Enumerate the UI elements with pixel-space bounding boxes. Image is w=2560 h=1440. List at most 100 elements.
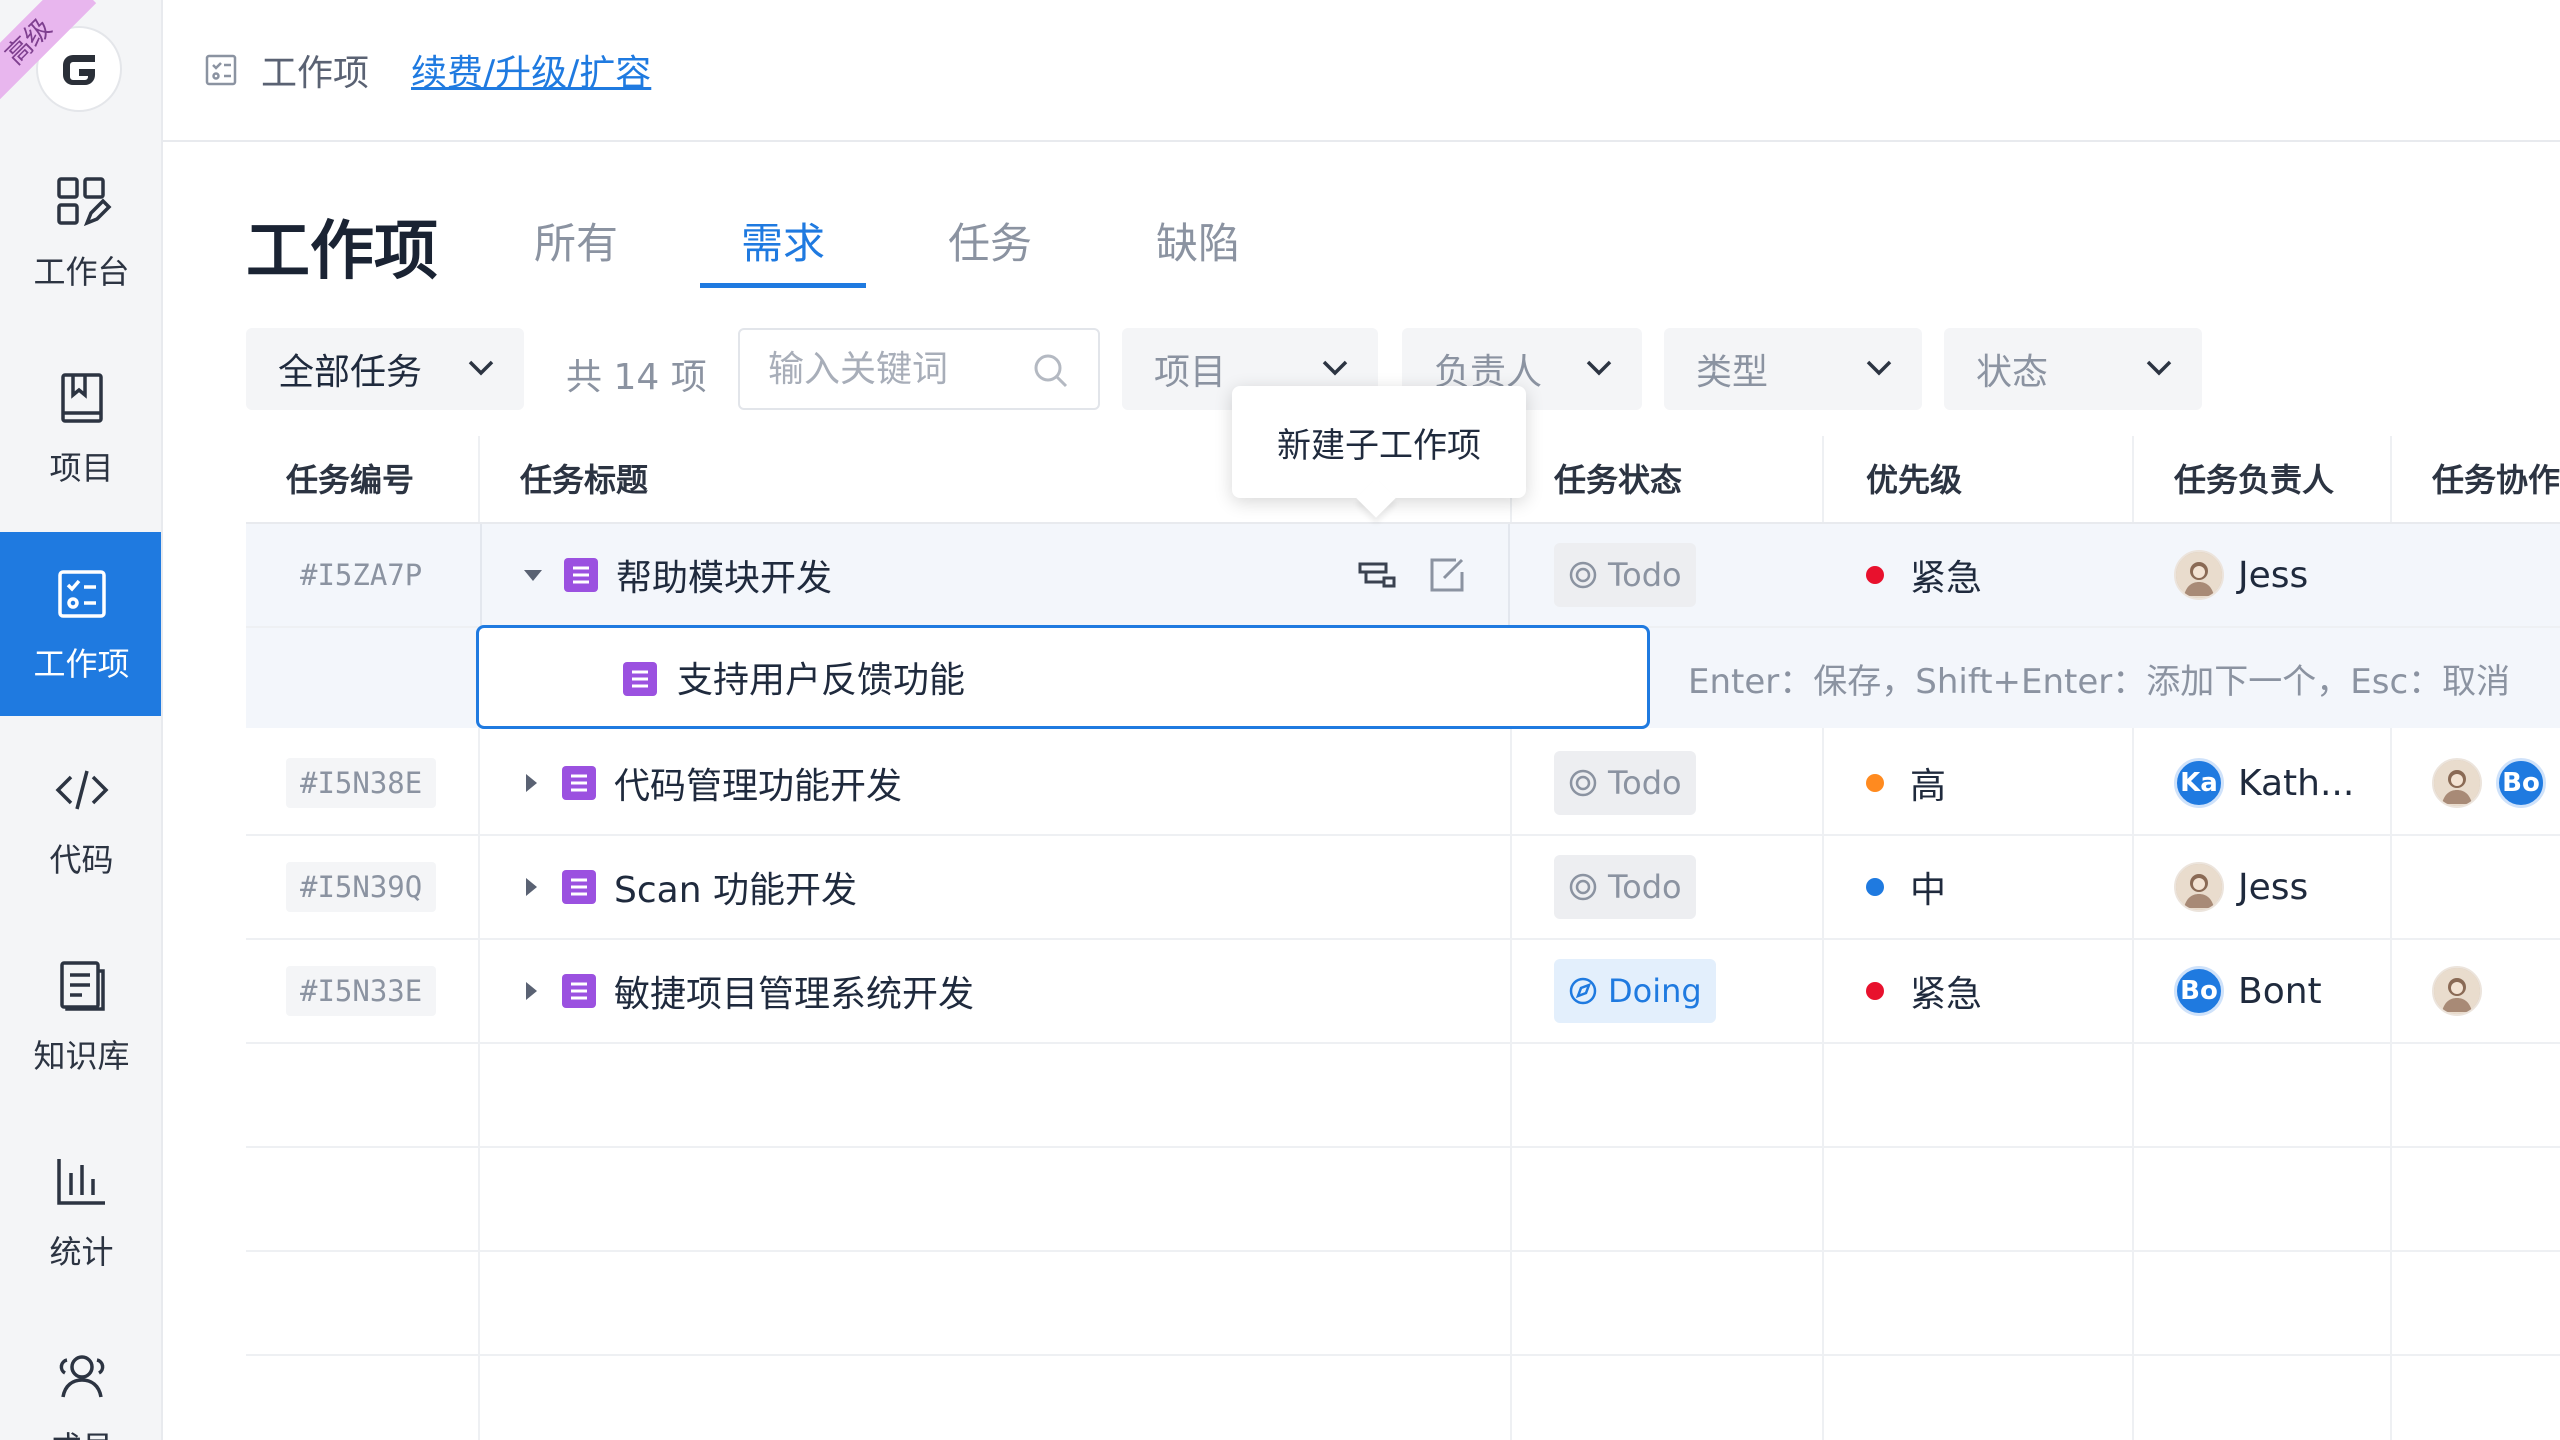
status-cell: Todo [1554, 524, 1696, 626]
new-subitem-title-input[interactable] [677, 656, 1577, 698]
chevron-down-icon [1586, 360, 1612, 376]
collaborators-cell[interactable] [2432, 940, 2482, 1042]
todo-status-icon [1569, 873, 1597, 901]
status-filter-label: 状态 [1976, 352, 2049, 393]
avatar [2432, 966, 2482, 1016]
status-badge[interactable]: Todo [1554, 751, 1696, 815]
priority-cell[interactable]: 紧急 [1866, 524, 1982, 626]
task-title[interactable]: 代码管理功能开发 [614, 757, 902, 809]
doing-status-icon [1569, 977, 1597, 1005]
work-item-small-icon [205, 54, 237, 86]
assignee-cell[interactable]: Jess [2174, 524, 2308, 626]
collapse-caret-icon[interactable] [522, 564, 544, 586]
tab-requirements[interactable]: 需求 [700, 210, 866, 288]
new-subitem-icon[interactable] [1356, 554, 1398, 596]
sidebar-item-workbench[interactable]: 工作台 [0, 140, 161, 324]
assignee-cell[interactable]: Ka Kath... [2174, 732, 2354, 834]
dashboard-icon [56, 177, 111, 227]
requirement-type-icon [564, 558, 598, 592]
renew-upgrade-link[interactable]: 续费/升级/扩容 [411, 44, 651, 96]
members-icon [59, 1355, 104, 1398]
status-badge[interactable]: Doing [1554, 959, 1716, 1023]
search-icon[interactable] [1032, 352, 1070, 390]
header-task-id[interactable]: 任务编号 [286, 436, 414, 524]
task-id[interactable]: #I5N38E [286, 758, 437, 808]
tab-all[interactable]: 所有 [534, 210, 618, 288]
status-badge[interactable]: Todo [1554, 855, 1696, 919]
status-text: Todo [1608, 764, 1682, 802]
expand-caret-icon[interactable] [520, 876, 542, 898]
scope-filter-dropdown[interactable]: 全部任务 [246, 328, 524, 410]
sidebar-item-stats[interactable]: 统计 [0, 1120, 161, 1304]
task-title[interactable]: 敏捷项目管理系统开发 [614, 965, 974, 1017]
work-items-table: 任务编号 任务标题 任务状态 优先级 任务负责人 任务协作 #I5ZA7P 帮助… [246, 436, 2560, 1440]
status-text: Todo [1608, 556, 1682, 594]
table-row[interactable]: #I5N33E 敏捷项目管理系统开发 Doing 紧急 Bo Bont [246, 940, 2560, 1044]
assignee-name: Bont [2238, 970, 2322, 1012]
requirement-type-icon [562, 870, 596, 904]
task-id[interactable]: #I5N39Q [286, 862, 437, 912]
sidebar-item-projects[interactable]: 项目 [0, 336, 161, 520]
page-title: 工作项 [246, 215, 438, 289]
status-filter-dropdown[interactable]: 状态 [1944, 328, 2202, 410]
collaborators-cell[interactable]: Bo [2432, 732, 2546, 834]
priority-dot [1866, 878, 1884, 896]
task-id[interactable]: #I5N33E [286, 966, 437, 1016]
requirement-type-icon [623, 662, 657, 696]
search-input[interactable] [768, 348, 1018, 390]
sidebar-item-code[interactable]: 代码 [0, 728, 161, 912]
expand-caret-icon[interactable] [520, 772, 542, 794]
task-title[interactable]: Scan 功能开发 [614, 861, 857, 913]
priority-cell[interactable]: 紧急 [1866, 940, 1982, 1042]
tab-tasks[interactable]: 任务 [948, 210, 1032, 288]
breadcrumb: 工作项 [261, 53, 370, 94]
stats-chart-icon [56, 1159, 105, 1205]
gitee-logo-icon [53, 43, 105, 95]
status-badge[interactable]: Todo [1554, 543, 1696, 607]
empty-row [246, 1148, 2560, 1252]
task-id[interactable]: #I5ZA7P [286, 550, 436, 600]
sidebar-item-label: 项目 [49, 449, 114, 487]
status-cell: Todo [1554, 732, 1696, 834]
sidebar-item-work-items[interactable]: 工作项 [0, 532, 161, 716]
avatar [2174, 862, 2224, 912]
table-row[interactable]: #I5N38E 代码管理功能开发 Todo 高 Ka Kath... Bo [246, 732, 2560, 836]
task-title-cell: Scan 功能开发 [520, 836, 857, 938]
header-assignee[interactable]: 任务负责人 [2174, 436, 2334, 524]
sidebar-item-knowledge[interactable]: 知识库 [0, 924, 161, 1108]
search-box[interactable] [738, 328, 1100, 410]
table-row[interactable]: #I5ZA7P 帮助模块开发 Todo 紧急 Jess [246, 524, 2560, 628]
empty-row [246, 1044, 2560, 1148]
task-title[interactable]: 帮助模块开发 [616, 549, 832, 601]
chevron-down-icon [1866, 360, 1892, 376]
priority-text: 高 [1910, 766, 1947, 807]
sidebar-item-members[interactable]: 成员 [0, 1316, 161, 1440]
edit-icon[interactable] [1426, 554, 1468, 596]
header-task-title[interactable]: 任务标题 [520, 436, 648, 524]
assignee-cell[interactable]: Jess [2174, 836, 2308, 938]
avatar [2174, 550, 2224, 600]
status-text: Doing [1608, 972, 1702, 1010]
new-subitem-editor[interactable] [476, 625, 1650, 729]
sidebar: 高级 工作台 项目 工作项 代码 知识库 统计 [0, 0, 163, 1440]
code-icon [55, 770, 108, 810]
header-priority[interactable]: 优先级 [1866, 436, 1962, 524]
table-row[interactable]: #I5N39Q Scan 功能开发 Todo 中 Jess [246, 836, 2560, 940]
priority-text: 紧急 [1910, 558, 1983, 599]
priority-text: 中 [1910, 870, 1947, 911]
expand-caret-icon[interactable] [520, 980, 542, 1002]
project-book-icon [60, 373, 103, 423]
scope-filter-label: 全部任务 [278, 352, 423, 393]
header-task-status[interactable]: 任务状态 [1554, 436, 1682, 524]
todo-status-icon [1569, 561, 1597, 589]
header-collaborators[interactable]: 任务协作 [2432, 436, 2560, 524]
assignee-cell[interactable]: Bo Bont [2174, 940, 2322, 1042]
task-title-cell: 代码管理功能开发 [520, 732, 902, 834]
avatar: Bo [2496, 758, 2546, 808]
priority-cell[interactable]: 中 [1866, 836, 1946, 938]
type-filter-dropdown[interactable]: 类型 [1664, 328, 1922, 410]
task-title-cell: 敏捷项目管理系统开发 [520, 940, 974, 1042]
task-title-cell: 帮助模块开发 [480, 524, 1510, 626]
tab-bugs[interactable]: 缺陷 [1156, 210, 1240, 288]
priority-cell[interactable]: 高 [1866, 732, 1946, 834]
